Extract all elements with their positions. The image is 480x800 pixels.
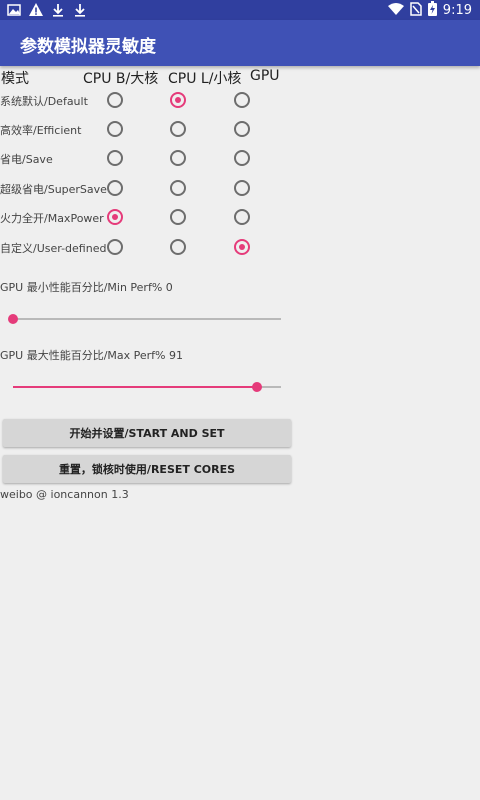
radio-gpu[interactable] bbox=[234, 92, 250, 108]
gpu-max-label: GPU 最大性能百分比/Max Perf% 91 bbox=[0, 349, 183, 362]
slider-fill bbox=[13, 386, 257, 388]
radio-cpu-b[interactable] bbox=[107, 121, 123, 137]
radio-cpu-b[interactable] bbox=[107, 180, 123, 196]
warning-icon bbox=[28, 2, 44, 18]
mode-label: 自定义/User-defined bbox=[0, 242, 107, 255]
header-cpu-big: CPU B/大核 bbox=[83, 71, 159, 87]
radio-cpu-l[interactable] bbox=[170, 92, 186, 108]
mode-label: 火力全开/MaxPower bbox=[0, 212, 104, 225]
header-cpu-little: CPU L/小核 bbox=[168, 71, 242, 87]
radio-gpu[interactable] bbox=[234, 239, 250, 255]
radio-cpu-l[interactable] bbox=[170, 150, 186, 166]
radio-gpu[interactable] bbox=[234, 121, 250, 137]
battery-charging-icon bbox=[427, 1, 437, 20]
radio-cpu-l[interactable] bbox=[170, 180, 186, 196]
wifi-icon bbox=[387, 2, 404, 20]
reset-cores-button[interactable]: 重置，锁核时使用/RESET CORES bbox=[3, 455, 291, 483]
slider-track bbox=[13, 318, 281, 320]
status-bar: 9:19 bbox=[0, 0, 480, 20]
radio-gpu[interactable] bbox=[234, 150, 250, 166]
download-icon bbox=[72, 2, 88, 18]
radio-cpu-b[interactable] bbox=[107, 209, 123, 225]
app-bar: 参数模拟器灵敏度 bbox=[0, 20, 480, 66]
radio-cpu-l[interactable] bbox=[170, 209, 186, 225]
start-and-set-button[interactable]: 开始并设置/START AND SET bbox=[3, 419, 291, 447]
app-title: 参数模拟器灵敏度 bbox=[20, 37, 156, 57]
radio-cpu-l[interactable] bbox=[170, 121, 186, 137]
header-mode: 模式 bbox=[1, 71, 29, 87]
radio-cpu-b[interactable] bbox=[107, 150, 123, 166]
radio-cpu-l[interactable] bbox=[170, 239, 186, 255]
radio-cpu-b[interactable] bbox=[107, 92, 123, 108]
no-sim-icon bbox=[410, 1, 422, 20]
mode-label: 高效率/Efficient bbox=[0, 124, 82, 137]
slider-thumb[interactable] bbox=[252, 382, 262, 392]
slider-thumb[interactable] bbox=[8, 314, 18, 324]
radio-cpu-b[interactable] bbox=[107, 239, 123, 255]
download-icon bbox=[50, 2, 66, 18]
radio-gpu[interactable] bbox=[234, 180, 250, 196]
mode-label: 系统默认/Default bbox=[0, 95, 88, 108]
image-icon bbox=[6, 2, 22, 18]
footer-credit: weibo @ ioncannon 1.3 bbox=[0, 488, 129, 501]
gpu-min-label: GPU 最小性能百分比/Min Perf% 0 bbox=[0, 281, 173, 294]
radio-gpu[interactable] bbox=[234, 209, 250, 225]
mode-label: 超级省电/SuperSave bbox=[0, 183, 107, 196]
clock-time: 9:19 bbox=[442, 3, 472, 18]
header-gpu: GPU bbox=[250, 68, 280, 84]
mode-label: 省电/Save bbox=[0, 153, 53, 166]
